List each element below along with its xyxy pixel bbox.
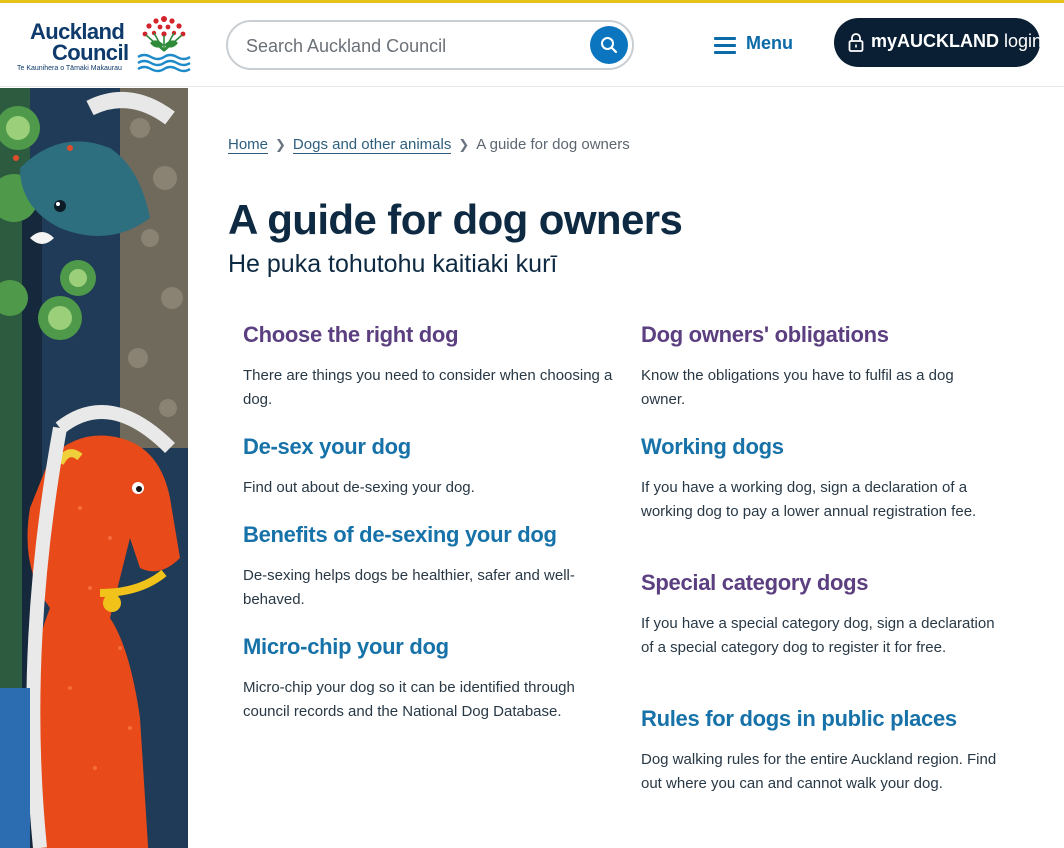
auckland-council-logo[interactable]: Auckland Council Te Kaunihera o Tāmaki M… — [16, 13, 192, 79]
card-special-category-dogs: Special category dogs If you have a spec… — [641, 570, 1001, 660]
card-title-link[interactable]: Working dogs — [641, 434, 1001, 460]
card-description: Know the obligations you have to fulfil … — [641, 367, 954, 408]
menu-label: Menu — [746, 33, 793, 53]
myauckland-login-button[interactable]: myAUCKLAND login — [834, 18, 1042, 67]
login-brand: myAUCKLAND — [871, 31, 1000, 51]
mural-illustration — [0, 88, 188, 848]
breadcrumb-dogs-link[interactable]: Dogs and other animals — [292, 136, 452, 154]
search-input[interactable] — [246, 34, 586, 58]
card-desex-your-dog: De-sex your dog Find out about de-sexing… — [243, 434, 613, 500]
login-label: myAUCKLAND login — [871, 31, 1042, 52]
breadcrumb-current: A guide for dog owners — [476, 136, 630, 153]
chevron-right-icon: ❯ — [275, 137, 286, 152]
card-description: De-sexing helps dogs be healthier, safer… — [243, 567, 575, 608]
card-title-link[interactable]: Special category dogs — [641, 570, 1001, 596]
card-title-link[interactable]: Rules for dogs in public places — [641, 706, 1001, 732]
search-box — [226, 20, 634, 70]
card-title-link[interactable]: Benefits of de-sexing your dog — [243, 522, 613, 548]
chevron-right-icon: ❯ — [458, 137, 470, 152]
card-working-dogs: Working dogs If you have a working dog, … — [641, 434, 1001, 524]
card-microchip-your-dog: Micro-chip your dog Micro-chip your dog … — [243, 634, 613, 724]
decorative-mural-image — [0, 88, 188, 848]
logo-wordmark-line2: Council — [52, 40, 129, 65]
search-icon — [601, 37, 618, 54]
page-subtitle: He puka tohutohu kaitiaki kurī — [228, 250, 558, 278]
breadcrumb-home-link[interactable]: Home — [228, 136, 269, 154]
site-header: Auckland Council Te Kaunihera o Tāmaki M… — [0, 3, 1064, 87]
card-description: If you have a working dog, sign a declar… — [641, 479, 977, 520]
card-description: If you have a special category dog, sign… — [641, 615, 995, 656]
hamburger-icon — [714, 37, 736, 54]
logo-tagline: Te Kaunihera o Tāmaki Makaurau — [17, 65, 122, 72]
login-suffix: login — [999, 31, 1043, 51]
card-description: Micro-chip your dog so it can be identif… — [243, 679, 575, 720]
card-rules-public-places: Rules for dogs in public places Dog walk… — [641, 706, 1001, 796]
card-title-link[interactable]: De-sex your dog — [243, 434, 613, 460]
card-owner-obligations: Dog owners' obligations Know the obligat… — [641, 322, 1001, 412]
lock-icon — [848, 33, 864, 52]
card-description: There are things you need to consider wh… — [243, 367, 613, 408]
card-benefits-desexing: Benefits of de-sexing your dog De-sexing… — [243, 522, 613, 612]
card-choose-right-dog: Choose the right dog There are things yo… — [243, 322, 613, 412]
pohutukawa-logo-icon — [137, 16, 191, 73]
card-title-link[interactable]: Choose the right dog — [243, 322, 613, 348]
card-description: Dog walking rules for the entire Aucklan… — [641, 751, 997, 792]
search-button[interactable] — [590, 26, 628, 64]
page-title: A guide for dog owners — [228, 196, 683, 243]
card-description: Find out about de-sexing your dog. — [243, 479, 475, 496]
card-title-link[interactable]: Dog owners' obligations — [641, 322, 1001, 348]
card-title-link[interactable]: Micro-chip your dog — [243, 634, 613, 660]
breadcrumb: Home ❯ Dogs and other animals ❯ A guide for … — [228, 136, 630, 160]
